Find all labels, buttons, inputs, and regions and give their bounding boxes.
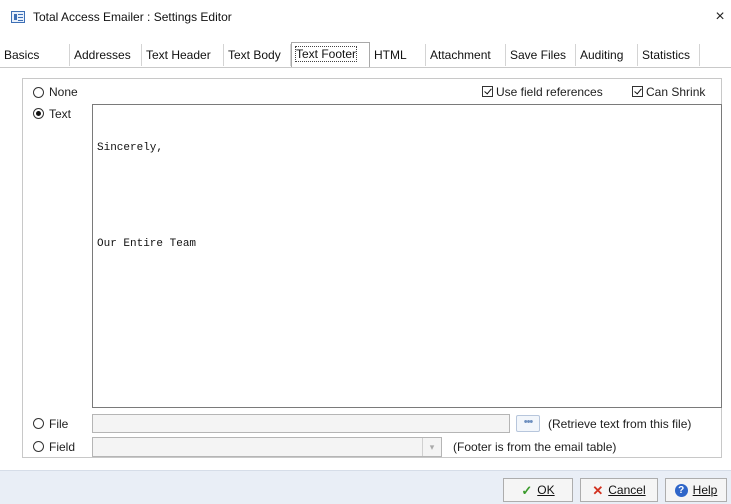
text-radio[interactable]: [33, 108, 44, 119]
chevron-down-icon[interactable]: ▾: [422, 438, 441, 456]
field-label[interactable]: Field: [49, 440, 75, 454]
can-shrink-label[interactable]: Can Shrink: [646, 85, 705, 99]
checkmark-icon: ✓: [521, 482, 533, 498]
tab-basics[interactable]: Basics: [0, 44, 70, 66]
field-hint: (Footer is from the email table): [453, 440, 617, 454]
none-label[interactable]: None: [49, 85, 78, 99]
tab-save-files[interactable]: Save Files: [506, 44, 576, 66]
help-icon: ?: [674, 483, 688, 497]
ok-button[interactable]: ✓ OK: [503, 478, 573, 502]
use-field-references-checkbox[interactable]: [482, 86, 493, 97]
footer-text-area[interactable]: Sincerely, Our Entire Team: [92, 104, 722, 408]
footer-text-line: Sincerely,: [97, 142, 164, 154]
footer-text-line: Our Entire Team: [97, 238, 197, 250]
x-icon: ✕: [592, 482, 604, 498]
text-label[interactable]: Text: [49, 107, 71, 121]
close-button[interactable]: ×: [710, 6, 730, 28]
tab-text-header[interactable]: Text Header: [142, 44, 224, 66]
tab-html[interactable]: HTML: [370, 44, 426, 66]
file-label[interactable]: File: [49, 417, 68, 431]
tab-attachment[interactable]: Attachment: [426, 44, 506, 66]
browse-file-button[interactable]: •••: [516, 415, 540, 432]
footer-text-line: [97, 188, 717, 204]
file-hint: (Retrieve text from this file): [548, 417, 692, 431]
tab-text-footer[interactable]: Text Footer: [291, 42, 370, 67]
tab-statistics[interactable]: Statistics: [638, 44, 700, 66]
window-title: Total Access Emailer : Settings Editor: [33, 10, 232, 24]
settings-editor-window: Total Access Emailer : Settings Editor ×…: [0, 0, 731, 504]
cancel-button[interactable]: ✕ Cancel: [580, 478, 658, 502]
tab-text-body[interactable]: Text Body: [224, 44, 291, 66]
tab-addresses[interactable]: Addresses: [70, 44, 142, 66]
tab-strip: Basics Addresses Text Header Text Body T…: [0, 42, 731, 68]
title-bar: Total Access Emailer : Settings Editor ×: [0, 0, 731, 34]
field-radio[interactable]: [33, 441, 44, 452]
tab-divider: [0, 67, 731, 68]
help-button[interactable]: ? Help: [665, 478, 727, 502]
field-select[interactable]: ▾: [92, 437, 442, 457]
file-radio[interactable]: [33, 418, 44, 429]
button-bar: ✓ OK ✕ Cancel ? Help: [0, 470, 731, 504]
none-radio[interactable]: [33, 87, 44, 98]
tab-auditing[interactable]: Auditing: [576, 44, 638, 66]
use-field-references-label[interactable]: Use field references: [496, 85, 603, 99]
can-shrink-checkbox[interactable]: [632, 86, 643, 97]
form-icon: [11, 11, 25, 23]
file-path-input[interactable]: [92, 414, 510, 433]
